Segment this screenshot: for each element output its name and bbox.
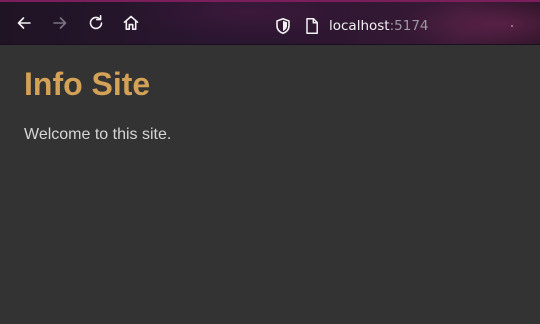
welcome-text: Welcome to this site. [24, 126, 172, 143]
home-icon [123, 15, 139, 30]
url-bar[interactable]: localhost:5174 [270, 11, 500, 39]
reload-icon [89, 15, 103, 30]
arrow-left-icon [17, 17, 31, 29]
forward-button[interactable] [45, 8, 75, 38]
reload-button[interactable] [81, 8, 111, 38]
url-text[interactable]: localhost:5174 [329, 17, 429, 35]
page-content: Info Site Welcome to this site. [0, 45, 540, 324]
browser-toolbar: localhost:5174 [0, 0, 540, 45]
arrow-right-icon [53, 17, 67, 29]
url-host: localhost [329, 18, 390, 34]
toolbar-decoration [511, 25, 513, 27]
page-title: Info Site [24, 66, 151, 102]
shield-icon[interactable] [274, 17, 292, 35]
back-button[interactable] [9, 8, 39, 38]
home-button[interactable] [116, 8, 146, 38]
page-icon[interactable] [304, 17, 320, 35]
url-port: :5174 [389, 18, 429, 34]
